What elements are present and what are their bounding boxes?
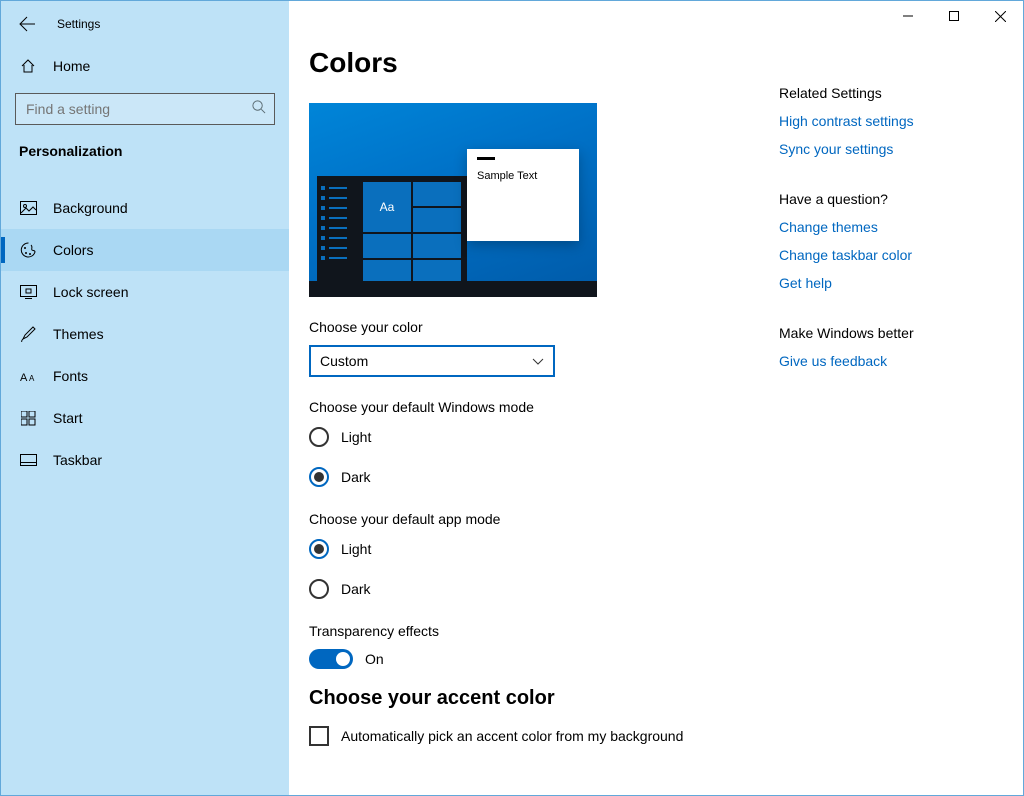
sidebar-item-background[interactable]: Background — [1, 187, 289, 229]
rail-link-get-help[interactable]: Get help — [779, 275, 999, 291]
radio-label: Dark — [341, 469, 371, 485]
svg-text:A: A — [20, 372, 28, 383]
sidebar-item-label: Taskbar — [53, 452, 102, 468]
sidebar-item-label: Lock screen — [53, 284, 128, 300]
back-button[interactable] — [17, 14, 37, 34]
sidebar-item-fonts[interactable]: AA Fonts — [1, 355, 289, 397]
rail-related-title: Related Settings — [779, 85, 999, 101]
paintbrush-icon — [19, 325, 37, 343]
windows-mode-light[interactable]: Light — [309, 425, 779, 449]
sidebar-item-themes[interactable]: Themes — [1, 313, 289, 355]
page-title: Colors — [309, 47, 779, 79]
sidebar-item-label: Colors — [53, 242, 93, 258]
taskbar-icon — [19, 451, 37, 469]
radio-label: Light — [341, 541, 371, 557]
app-mode-light[interactable]: Light — [309, 537, 779, 561]
search-input-wrap[interactable] — [15, 93, 275, 125]
radio-icon — [309, 539, 329, 559]
rail-link-high-contrast[interactable]: High contrast settings — [779, 113, 999, 129]
windows-mode-dark[interactable]: Dark — [309, 465, 779, 489]
main: Colors Aa — [289, 1, 1023, 795]
palette-icon — [19, 241, 37, 259]
accent-auto-row[interactable]: Automatically pick an accent color from … — [309, 726, 779, 746]
lockscreen-icon — [19, 283, 37, 301]
sidebar-item-label: Fonts — [53, 368, 88, 384]
rail-link-change-themes[interactable]: Change themes — [779, 219, 999, 235]
radio-label: Dark — [341, 581, 371, 597]
sidebar: Settings Home Personalization Background — [1, 1, 289, 795]
home-icon — [19, 57, 37, 75]
rail-better-title: Make Windows better — [779, 325, 999, 341]
radio-label: Light — [341, 429, 371, 445]
content: Colors Aa — [289, 1, 779, 795]
sidebar-item-home[interactable]: Home — [1, 47, 289, 85]
choose-color-dropdown[interactable]: Custom — [309, 345, 555, 377]
radio-icon — [309, 467, 329, 487]
radio-icon — [309, 579, 329, 599]
sidebar-item-start[interactable]: Start — [1, 397, 289, 439]
sidebar-item-colors[interactable]: Colors — [1, 229, 289, 271]
choose-color-label: Choose your color — [309, 319, 779, 335]
sidebar-item-label: Background — [53, 200, 128, 216]
preview-start-menu: Aa — [317, 176, 467, 281]
sidebar-item-label: Start — [53, 410, 83, 426]
checkbox-icon — [309, 726, 329, 746]
right-rail: Related Settings High contrast settings … — [779, 1, 999, 795]
sidebar-item-lockscreen[interactable]: Lock screen — [1, 271, 289, 313]
accent-heading: Choose your accent color — [309, 687, 779, 710]
transparency-toggle[interactable] — [309, 649, 353, 669]
rail-link-feedback[interactable]: Give us feedback — [779, 353, 999, 369]
font-icon: AA — [19, 367, 37, 385]
chevron-down-icon — [532, 353, 544, 369]
sidebar-item-label: Themes — [53, 326, 104, 342]
preview-taskbar — [309, 281, 597, 297]
sidebar-item-taskbar[interactable]: Taskbar — [1, 439, 289, 481]
radio-icon — [309, 427, 329, 447]
start-grid-icon — [19, 409, 37, 427]
windows-mode-label: Choose your default Windows mode — [309, 399, 779, 415]
rail-question-title: Have a question? — [779, 191, 999, 207]
preview-tile-aa: Aa — [363, 182, 411, 232]
dropdown-value: Custom — [320, 353, 368, 369]
titlebar-left: Settings — [1, 1, 289, 47]
sidebar-list: Background Colors Lock screen Themes AA … — [1, 187, 289, 481]
preview-window: Sample Text — [467, 149, 579, 241]
minimize-button[interactable] — [885, 1, 931, 31]
rail-link-change-taskbar-color[interactable]: Change taskbar color — [779, 247, 999, 263]
transparency-toggle-row: On — [309, 649, 779, 669]
preview-sample-text: Sample Text — [477, 170, 537, 182]
settings-window: Settings Home Personalization Background — [0, 0, 1024, 796]
search-input[interactable] — [26, 101, 236, 117]
svg-text:A: A — [29, 374, 35, 383]
rail-link-sync-settings[interactable]: Sync your settings — [779, 141, 999, 157]
transparency-label: Transparency effects — [309, 623, 779, 639]
search-icon — [251, 99, 266, 119]
checkbox-label: Automatically pick an accent color from … — [341, 728, 683, 744]
app-mode-label: Choose your default app mode — [309, 511, 779, 527]
picture-icon — [19, 199, 37, 217]
home-label: Home — [53, 58, 90, 74]
window-controls — [885, 1, 1023, 31]
sidebar-category: Personalization — [1, 129, 289, 169]
app-mode-dark[interactable]: Dark — [309, 577, 779, 601]
theme-preview: Aa Sample Text — [309, 103, 597, 297]
search-wrap — [15, 93, 275, 125]
app-title: Settings — [57, 17, 100, 31]
maximize-button[interactable] — [931, 1, 977, 31]
toggle-state-label: On — [365, 651, 384, 667]
close-button[interactable] — [977, 1, 1023, 31]
